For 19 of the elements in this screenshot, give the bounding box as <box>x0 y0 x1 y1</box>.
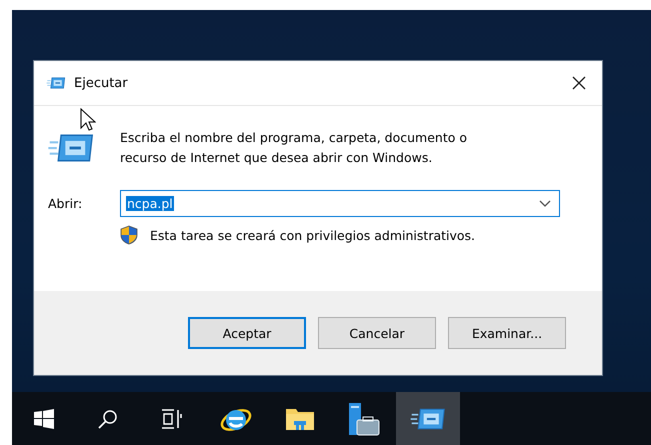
admin-note: Esta tarea se creará con privilegios administrativos. <box>150 228 476 242</box>
open-combobox[interactable]: ncpa.pl <box>120 190 560 217</box>
task-view-icon <box>161 408 183 428</box>
caret-icon <box>539 200 551 208</box>
windows-logo-icon <box>34 408 54 428</box>
open-label: Abrir: <box>48 196 84 211</box>
shield-icon <box>120 225 138 245</box>
search-icon <box>98 408 118 428</box>
server-manager-icon <box>348 402 380 436</box>
instruction-text: Escriba el nombre del programa, carpeta, documento o recurso de Internet que desea abrir con Windows. <box>120 129 468 167</box>
window-title: Ejecutar <box>74 76 129 90</box>
run-icon <box>410 406 446 432</box>
dialog-button[interactable]: Examinar... <box>448 317 566 349</box>
close-icon <box>572 76 586 90</box>
dialog-button[interactable]: Cancelar <box>318 317 436 349</box>
taskbar-button[interactable] <box>396 392 460 445</box>
dialog-button[interactable]: Aceptar <box>188 317 306 349</box>
run-icon <box>46 76 66 90</box>
pointer-icon <box>80 108 96 132</box>
